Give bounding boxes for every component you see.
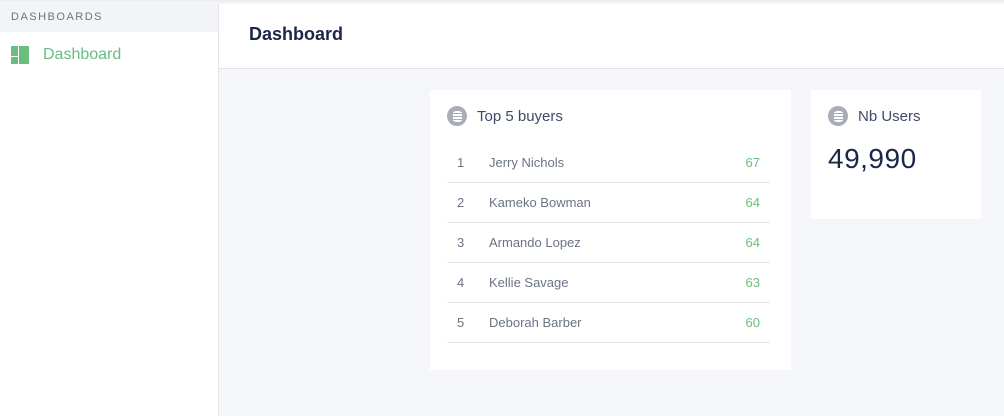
rank: 5 bbox=[457, 315, 465, 330]
rank: 3 bbox=[457, 235, 465, 250]
rank: 1 bbox=[457, 155, 465, 170]
buyer-value: 67 bbox=[745, 155, 760, 170]
buyers-list: 1 Jerry Nichols 67 2 Kameko Bowman 64 3 Arman… bbox=[447, 143, 770, 343]
buyer-name: Kameko Bowman bbox=[489, 195, 591, 210]
card-title: Nb Users bbox=[858, 107, 921, 125]
database-icon bbox=[447, 106, 467, 126]
list-item: 2 Kameko Bowman 64 bbox=[447, 183, 770, 223]
buyer-name: Kellie Savage bbox=[489, 275, 569, 290]
list-item: 5 Deborah Barber 60 bbox=[447, 303, 770, 343]
nb-users-value: 49,990 bbox=[828, 143, 917, 174]
buyer-value: 64 bbox=[745, 195, 760, 210]
sidebar-section-title: DASHBOARDS bbox=[0, 4, 218, 32]
page-title: Dashboard bbox=[219, 4, 1004, 69]
buyer-value: 63 bbox=[745, 275, 760, 290]
top-buyers-card: Top 5 buyers 1 Jerry Nichols 67 2 Kameko Bo… bbox=[430, 90, 791, 370]
card-title: Top 5 buyers bbox=[477, 107, 563, 125]
buyer-name: Deborah Barber bbox=[489, 315, 582, 330]
list-item: 1 Jerry Nichols 67 bbox=[447, 143, 770, 183]
rank: 2 bbox=[457, 195, 465, 210]
dashboard-icon bbox=[11, 46, 29, 64]
list-item: 3 Armando Lopez 64 bbox=[447, 223, 770, 263]
buyer-name: Armando Lopez bbox=[489, 235, 581, 250]
sidebar-item-label: Dashboard bbox=[43, 46, 122, 63]
sidebar: DASHBOARDS Dashboard bbox=[0, 4, 219, 416]
rank: 4 bbox=[457, 275, 465, 290]
buyer-value: 64 bbox=[745, 235, 760, 250]
sidebar-item-dashboard[interactable]: Dashboard bbox=[0, 32, 218, 78]
buyer-value: 60 bbox=[745, 315, 760, 330]
list-item: 4 Kellie Savage 63 bbox=[447, 263, 770, 303]
buyer-name: Jerry Nichols bbox=[489, 155, 565, 170]
database-icon bbox=[828, 106, 848, 126]
nb-users-card: Nb Users 49,990 bbox=[811, 90, 981, 219]
